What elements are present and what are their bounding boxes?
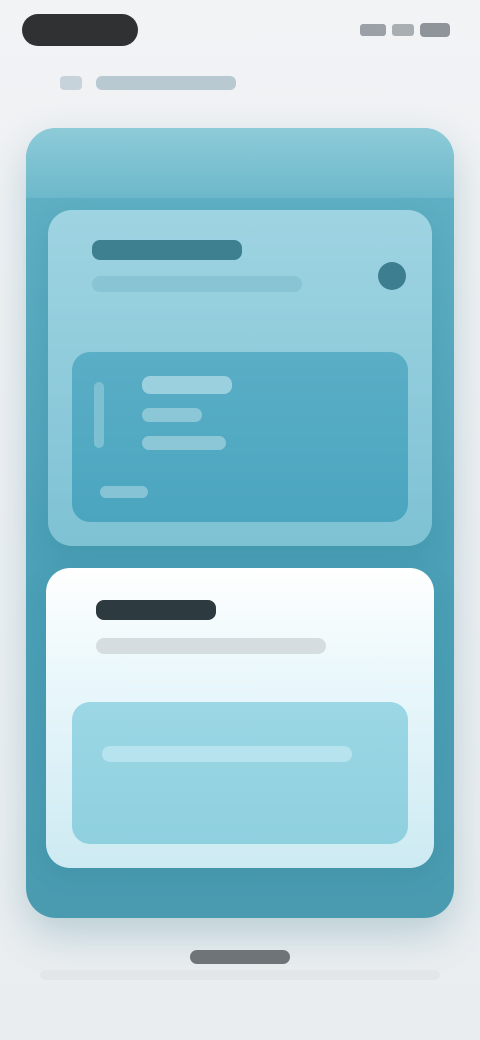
wifi-icon [392,24,414,36]
chevron-left-icon[interactable] [60,76,82,90]
top-panel-line-1 [142,376,232,394]
top-panel-line-2 [142,408,202,422]
top-panel-content [72,352,408,522]
top-panel[interactable] [48,210,432,546]
top-panel-line-3 [142,436,226,450]
bottom-panel-bar [102,746,352,762]
battery-icon [420,23,450,37]
bottom-panel[interactable] [46,568,434,868]
navigation-row [60,70,420,98]
phone-screen [0,0,480,1040]
close-icon[interactable] [378,262,406,290]
bottom-panel-content [72,702,408,844]
top-panel-subtitle-placeholder [92,276,302,292]
top-panel-footer [100,486,148,498]
main-card-header [26,128,454,198]
footer-hint [40,970,440,980]
nav-title-placeholder [96,76,236,90]
bottom-panel-title-placeholder [96,600,216,620]
dynamic-island [22,14,138,46]
signal-icon [360,24,386,36]
status-bar [0,0,480,64]
top-panel-title-placeholder [92,240,242,260]
top-panel-accent [94,382,104,448]
status-icons [358,22,450,38]
home-indicator[interactable] [190,950,290,964]
bottom-panel-subtitle-placeholder [96,638,326,654]
